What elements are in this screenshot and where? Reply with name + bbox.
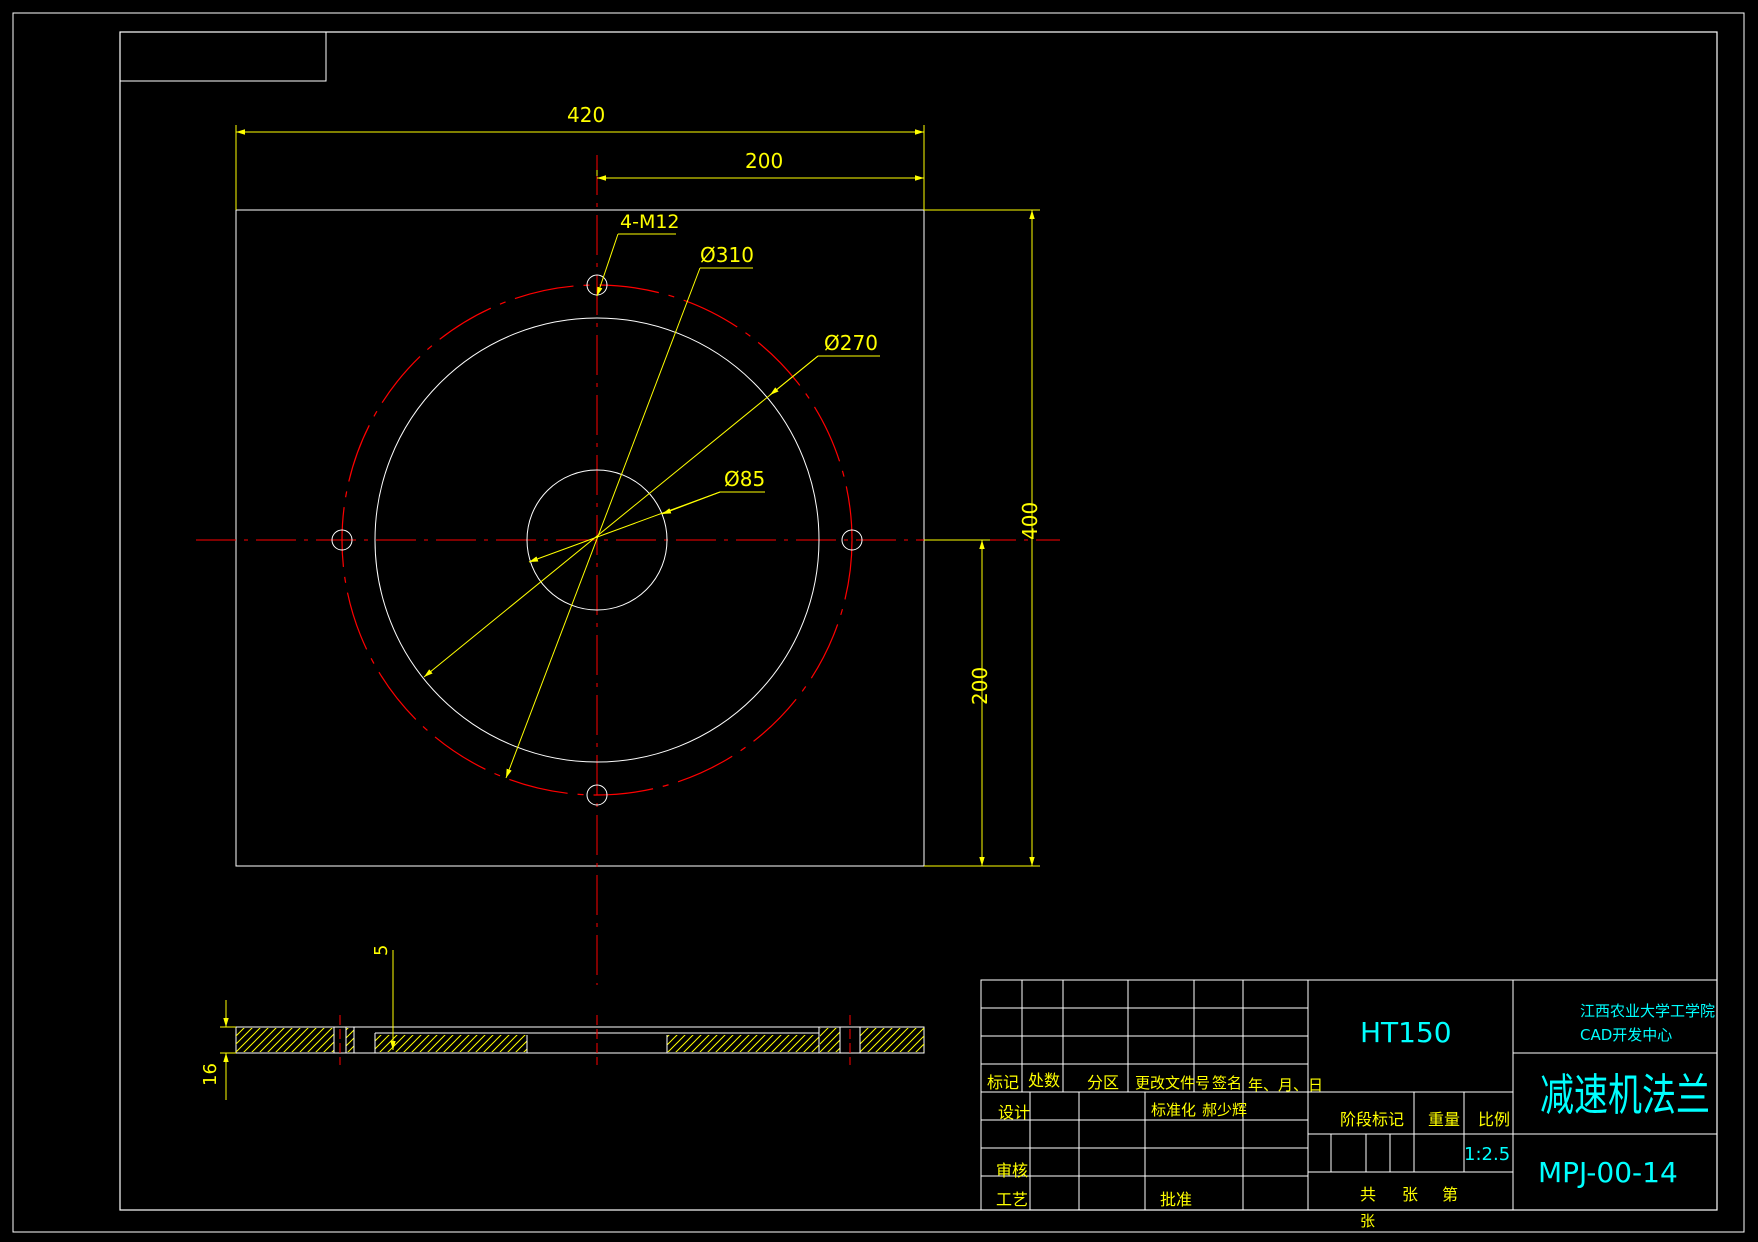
tb-stage-mark: 阶段标记 <box>1340 1110 1404 1129</box>
dimension-lines <box>235 125 1040 867</box>
tb-approve: 批准 <box>1160 1190 1192 1209</box>
tb-count: 处数 <box>1028 1071 1060 1090</box>
title-block-labels: 标记 处数 分区 更改文件号 签名 年、月、日 设计 标准化 郝少辉 审核 工艺… <box>987 1071 1510 1230</box>
dim-recess: Ø270 <box>824 331 878 355</box>
scale-value: 1:2.5 <box>1464 1144 1510 1165</box>
dim-thickness: 16 <box>200 1063 221 1086</box>
dimension-texts: 420 200 4-M12 Ø310 Ø270 Ø85 400 200 5 16 <box>200 103 1042 1086</box>
plate-outline <box>235 209 925 867</box>
tb-scale: 比例 <box>1478 1110 1510 1129</box>
tb-zone: 分区 <box>1087 1073 1119 1092</box>
tb-sheet-no: 第 <box>1442 1185 1458 1204</box>
tb-total: 共 <box>1360 1185 1376 1204</box>
tb-sheet-word: 张 <box>1360 1212 1375 1230</box>
dim-overall-height: 400 <box>1018 502 1042 540</box>
school-line2: CAD开发中心 <box>1580 1026 1672 1044</box>
tb-standardize: 标准化 <box>1151 1101 1196 1119</box>
material: HT150 <box>1360 1016 1452 1049</box>
corner-box <box>119 31 327 82</box>
tb-sheets: 张 <box>1402 1185 1418 1204</box>
dim-hole-note: 4-M12 <box>620 211 680 233</box>
centerlines <box>196 155 1060 985</box>
title-block-values: HT150 江西农业大学工学院 CAD开发中心 减速机法兰 MPJ-00-14 … <box>1360 1002 1715 1189</box>
dim-overall-width: 420 <box>567 103 605 127</box>
dim-half-width: 200 <box>745 149 783 173</box>
tb-signature: 签名 <box>1212 1074 1242 1092</box>
cad-drawing: 420 200 4-M12 Ø310 Ø270 Ø85 400 200 5 16 <box>12 12 1745 1233</box>
tb-date: 年、月、日 <box>1248 1076 1323 1094</box>
tb-weight: 重量 <box>1428 1110 1460 1129</box>
dim-half-height: 200 <box>968 667 992 705</box>
section-view <box>220 950 925 1100</box>
dim-bolt-circle: Ø310 <box>700 243 754 267</box>
tb-design: 设计 <box>998 1103 1030 1122</box>
drawing-no: MPJ-00-14 <box>1538 1156 1678 1189</box>
tb-process: 工艺 <box>996 1190 1028 1209</box>
dim-center: Ø85 <box>724 467 765 491</box>
tb-designer: 郝少辉 <box>1202 1101 1247 1119</box>
dim-recess-depth: 5 <box>371 945 392 956</box>
part-name: 减速机法兰 <box>1540 1070 1710 1121</box>
tb-change-doc: 更改文件号 <box>1135 1074 1210 1092</box>
tb-review: 审核 <box>996 1161 1028 1180</box>
tb-mark: 标记 <box>987 1073 1019 1092</box>
school-line1: 江西农业大学工学院 <box>1580 1002 1715 1020</box>
